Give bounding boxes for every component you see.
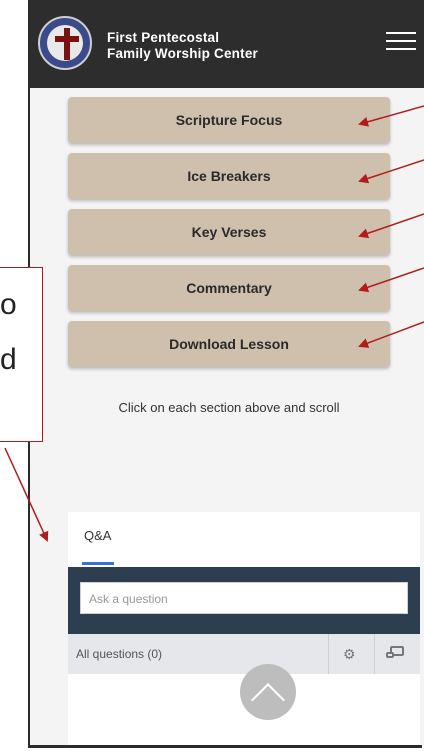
scroll-to-top-button[interactable] bbox=[240, 664, 296, 720]
divider bbox=[328, 634, 329, 674]
ask-question-input[interactable]: Ask a question bbox=[80, 582, 408, 614]
phone-screen: First Pentecostal Family Worship Center … bbox=[28, 0, 424, 745]
site-header: First Pentecostal Family Worship Center bbox=[30, 0, 424, 88]
all-questions-filter[interactable]: All questions (0) bbox=[76, 647, 162, 661]
callout-text-line2: d bbox=[0, 343, 17, 376]
key-verses-button[interactable]: Key Verses bbox=[68, 209, 390, 255]
download-lesson-button[interactable]: Download Lesson bbox=[68, 321, 390, 367]
phone-frame-bottom bbox=[28, 745, 422, 748]
hamburger-menu-icon[interactable] bbox=[386, 30, 416, 52]
instruction-text: Click on each section above and scroll bbox=[118, 400, 340, 415]
annotation-callout-box: o d bbox=[0, 267, 43, 442]
gear-icon[interactable]: ⚙ bbox=[343, 646, 356, 663]
tab-active-indicator bbox=[82, 562, 114, 565]
qa-filter-bar: All questions (0) ⚙ bbox=[68, 634, 420, 674]
popout-icon[interactable] bbox=[386, 646, 404, 658]
qa-widget: Q&A Ask a question All questions (0) ⚙ bbox=[68, 512, 420, 745]
callout-text-line1: o bbox=[0, 288, 17, 321]
church-logo[interactable] bbox=[38, 16, 92, 70]
site-title-line2: Family Worship Center bbox=[107, 46, 258, 61]
commentary-button[interactable]: Commentary bbox=[68, 265, 390, 311]
divider bbox=[374, 634, 375, 674]
site-title-line1: First Pentecostal bbox=[107, 30, 220, 45]
qa-input-bar: Ask a question bbox=[68, 567, 420, 639]
site-title[interactable]: First Pentecostal Family Worship Center bbox=[107, 30, 258, 62]
scripture-focus-button[interactable]: Scripture Focus bbox=[68, 97, 390, 143]
tab-qa[interactable]: Q&A bbox=[84, 528, 111, 543]
ice-breakers-button[interactable]: Ice Breakers bbox=[68, 153, 390, 199]
